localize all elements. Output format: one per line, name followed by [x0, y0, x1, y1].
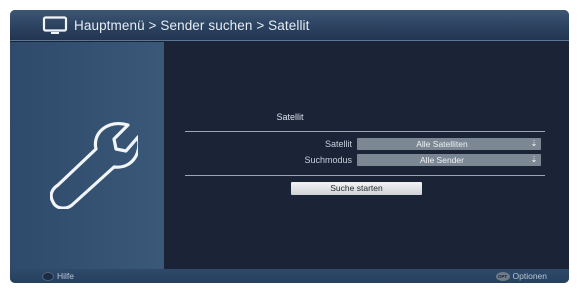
help-hint[interactable]: Hilfe — [42, 269, 74, 283]
menu-icon-panel — [10, 42, 164, 269]
bottom-bar: Hilfe OPT Optionen — [10, 269, 569, 283]
tv-menu-frame: Hauptmenü > Sender suchen > Satellit Sat… — [10, 10, 569, 283]
tv-icon — [42, 16, 68, 34]
suchmodus-label: Suchmodus — [304, 155, 352, 165]
start-search-button[interactable]: Suche starten — [291, 182, 422, 195]
title-bar: Hauptmenü > Sender suchen > Satellit — [10, 10, 569, 41]
wrench-icon — [50, 122, 138, 209]
divider-bottom — [185, 175, 545, 176]
help-label: Hilfe — [57, 271, 75, 281]
opt-key-icon: OPT — [495, 271, 510, 281]
satellit-select[interactable]: Alle Satelliten ⇣ — [357, 138, 541, 150]
suchmodus-select[interactable]: Alle Sender ⇣ — [357, 154, 541, 166]
section-title: Satellit — [276, 112, 304, 122]
options-label: Optionen — [512, 271, 548, 281]
dropdown-arrow-icon: ⇣ — [530, 139, 538, 148]
dropdown-arrow-icon: ⇣ — [530, 155, 538, 164]
satellit-label: Satellit — [324, 139, 352, 149]
help-key-icon — [42, 271, 54, 281]
options-hint[interactable]: OPT Optionen — [495, 269, 548, 283]
divider-top — [185, 131, 545, 132]
suchmodus-value: Alle Sender — [420, 155, 464, 165]
breadcrumb: Hauptmenü > Sender suchen > Satellit — [74, 18, 310, 33]
satellit-value: Alle Satelliten — [416, 139, 468, 149]
